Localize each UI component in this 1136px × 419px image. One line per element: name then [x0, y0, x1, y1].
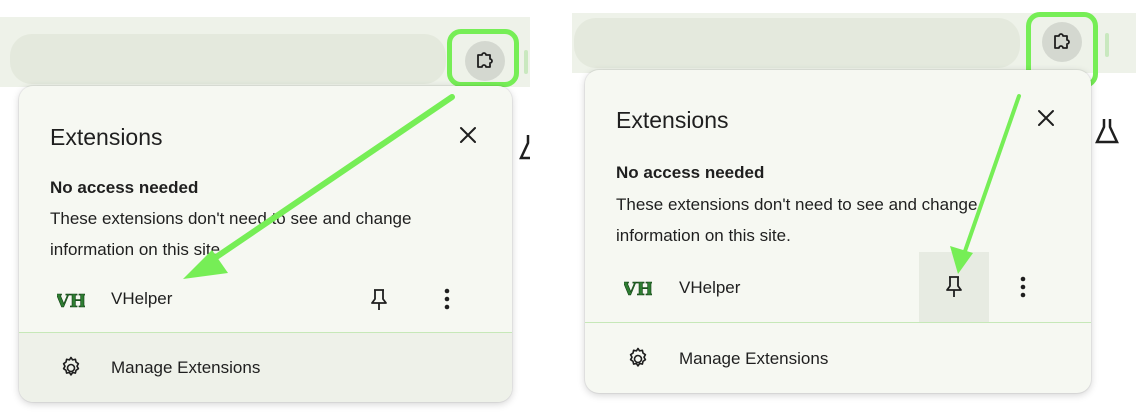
toolbar-edge-bar [524, 50, 528, 74]
gear-icon [629, 347, 647, 367]
section-description: These extensions don't need to see and c… [50, 209, 412, 259]
svg-text:VH: VH [57, 291, 85, 312]
right-screenshot-panel: Extensions No access needed These extens… [572, 0, 1136, 419]
extension-name[interactable]: VHelper [679, 278, 740, 298]
highlight-box [447, 29, 519, 87]
close-icon [460, 127, 476, 143]
gear-icon [62, 356, 80, 376]
pin-icon [371, 289, 387, 310]
popup-title: Extensions [616, 107, 729, 133]
more-options-button[interactable] [1008, 272, 1038, 302]
more-vert-icon [444, 288, 450, 310]
close-icon [1038, 110, 1054, 126]
more-vert-icon [1020, 276, 1026, 298]
left-screenshot-panel: Extensions No access needed These extens… [0, 0, 530, 419]
section-title: No access needed [616, 163, 765, 182]
manage-extensions-label[interactable]: Manage Extensions [679, 349, 828, 369]
address-bar[interactable] [574, 18, 1020, 68]
manage-extensions-row[interactable]: Manage Extensions [585, 323, 1091, 393]
svg-text:VH: VH [624, 279, 652, 300]
close-button[interactable] [453, 120, 483, 150]
more-options-button[interactable] [432, 284, 462, 314]
vhelper-logo: VH [57, 291, 85, 312]
extension-row[interactable]: VH VHelper [19, 267, 512, 331]
extensions-popup: Extensions No access needed These extens… [585, 70, 1091, 393]
toolbar-edge-bar [1105, 33, 1109, 57]
close-button[interactable] [1031, 103, 1061, 133]
pin-button[interactable] [363, 284, 395, 316]
address-bar[interactable] [10, 34, 446, 84]
extensions-popup: Extensions No access needed These extens… [19, 86, 512, 402]
pin-icon [946, 276, 962, 297]
section-description: These extensions don't need to see and c… [616, 195, 978, 245]
manage-extensions-label[interactable]: Manage Extensions [111, 358, 260, 378]
flask-icon [1095, 119, 1119, 144]
vhelper-logo: VH [624, 279, 652, 300]
manage-extensions-row[interactable]: Manage Extensions [19, 333, 512, 402]
extension-row[interactable]: VH VHelper [585, 252, 1091, 322]
section-title: No access needed [50, 178, 199, 197]
extension-name[interactable]: VHelper [111, 289, 172, 309]
popup-title: Extensions [50, 124, 163, 150]
pin-button[interactable] [919, 252, 989, 322]
flask-icon [519, 135, 530, 160]
